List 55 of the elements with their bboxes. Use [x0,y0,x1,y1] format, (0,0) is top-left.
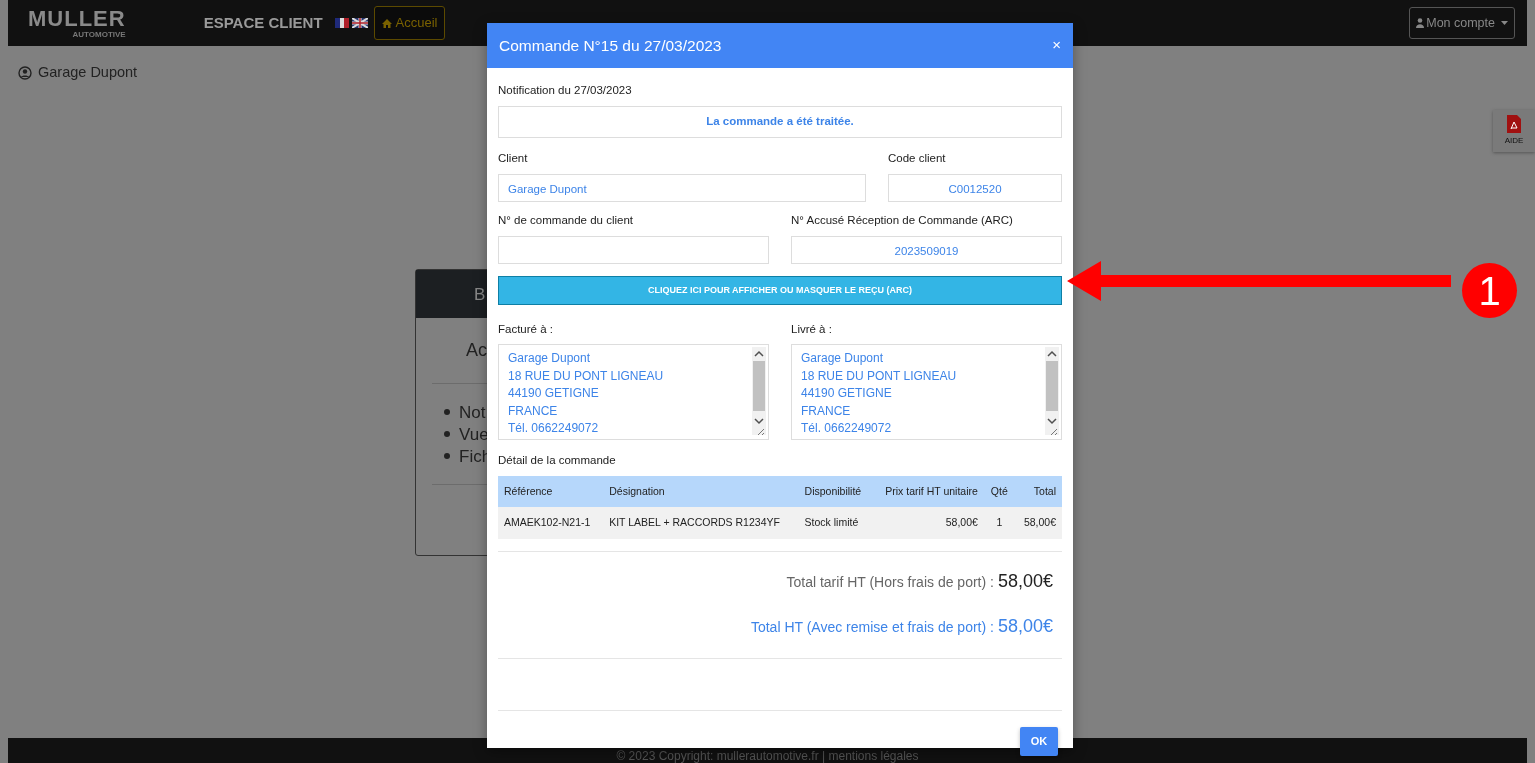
notification-label: Notification du 27/03/2023 [498,83,633,98]
field-label: Code client [888,150,947,166]
caret-icon [1501,21,1508,26]
column-header: Qté [983,475,1015,508]
total-value: 58,00€ [997,571,1053,591]
field-label: Facturé à : [498,322,554,337]
address-field[interactable]: Garage Dupont 18 RUE DU PONT LIGNEAU 44190 GETIGNE FRANCE Tél. 0662249072 [791,344,1062,441]
column-header: Total [1014,475,1062,508]
ok-button[interactable]: OK [1020,727,1058,756]
toggle-receipt-button[interactable]: CLIQUEZ ICI POUR AFFICHER OU MASQUER LE REÇU (ARC) [498,276,1062,305]
pdf-icon [1507,115,1521,133]
home-button[interactable]: Accueil [373,6,446,40]
table-cell: Stock limité [798,507,872,539]
scrollbar[interactable] [752,347,766,436]
table-cell: AMAEK102-N21-1 [498,507,604,539]
table-cell: 1 [983,507,1015,539]
total-label: Total HT (Avec remise et frais de port) : [750,619,994,635]
input-field[interactable]: C0012520 [888,173,1062,202]
user-name: Garage Dupont [38,63,138,82]
column-header: Disponibilité [798,475,872,508]
logo-text[interactable]: MULLER AUTOMOTIVE [28,7,126,39]
user-circle-icon [18,65,32,80]
dialog-title: Commande N°15 du 27/03/2023 [499,35,722,56]
field-label: Client [498,150,529,166]
notification-message: La commande a été traitée. [498,106,1062,138]
flag-icon[interactable] [334,18,349,28]
help-button[interactable]: AIDE [1493,110,1535,152]
close-button[interactable]: × [1052,34,1061,57]
input-field[interactable]: 2023509019 [791,236,1062,264]
section-title: Détail de la commande [498,453,617,469]
home-icon [381,19,392,29]
column-header: Prix tarif HT unitaire [872,475,984,508]
table-cell: 58,00€ [1014,507,1062,539]
total-value: 58,00€ [997,616,1053,636]
card-title: B [474,285,486,304]
column-header: Désignation [603,475,799,508]
table-cell: KIT LABEL + RACCORDS R1234YF [603,507,799,539]
column-header: Référence [498,475,604,508]
user-icon [1416,18,1425,29]
flag-icon[interactable] [351,18,368,28]
address-field[interactable]: Garage Dupont 18 RUE DU PONT LIGNEAU 44190 GETIGNE FRANCE Tél. 0662249072 [498,344,769,441]
field-label: N° Accusé Réception de Commande (ARC) [791,212,1014,228]
field-label: N° de commande du client [498,212,634,228]
list-item: Not [444,402,492,424]
list-item: Vue [444,424,492,446]
input-field[interactable] [498,236,769,264]
total-label: Total tarif HT (Hors frais de port) : [786,574,994,590]
annotation-number: 1 [1462,263,1517,318]
site-title: ESPACE CLIENT [203,12,323,33]
table-cell: 58,00€ [872,507,984,539]
account-menu-button[interactable]: Mon compte [1409,6,1515,40]
input-field[interactable]: Garage Dupont [498,173,866,202]
scrollbar[interactable] [1045,347,1059,436]
card-heading: Ac [466,339,487,362]
field-label: Livré à : [791,322,833,337]
